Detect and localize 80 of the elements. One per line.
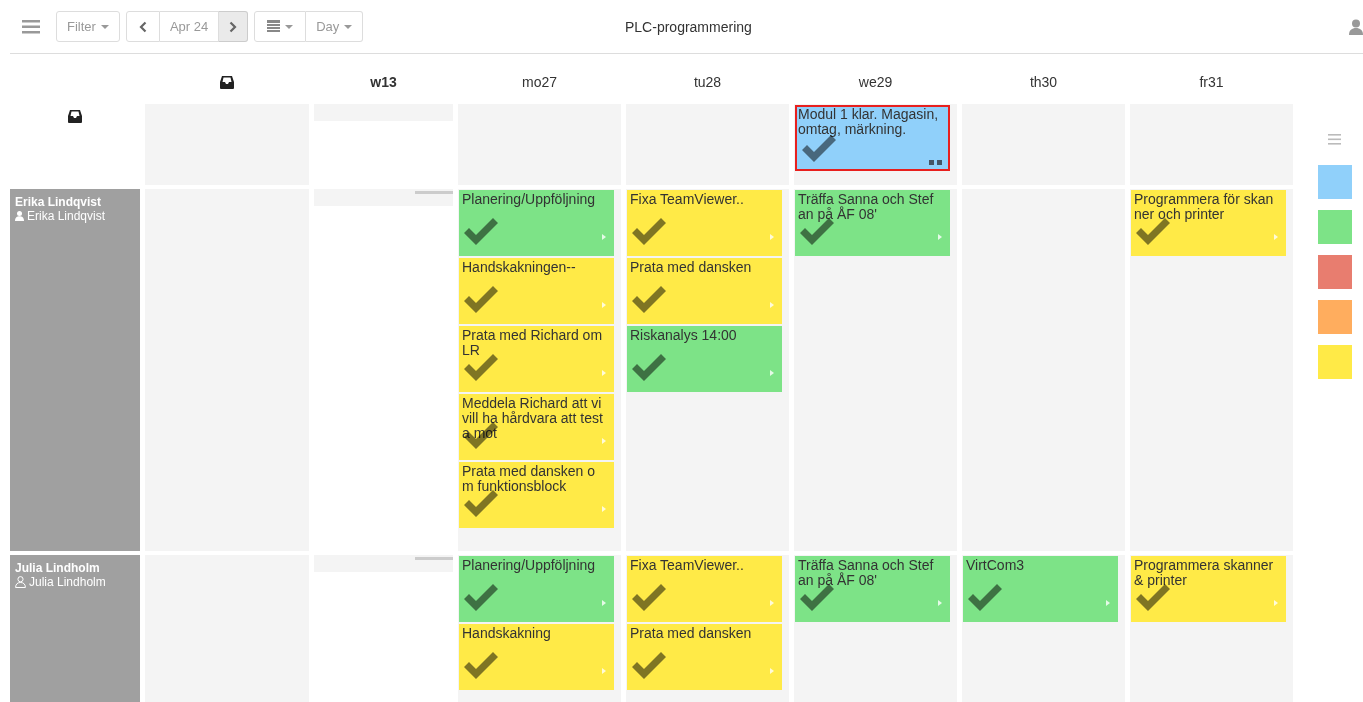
account-name: Erika Lindqvist	[27, 209, 106, 223]
checkmark-icon	[968, 584, 1002, 612]
small-arrow-icon	[770, 668, 774, 674]
small-arrow-icon	[1274, 234, 1278, 240]
checkmark-icon	[632, 218, 666, 246]
checkmark-icon	[464, 354, 498, 382]
user-icon	[15, 211, 24, 221]
task-card[interactable]: Fixa TeamViewer..	[627, 190, 782, 256]
next-button[interactable]	[219, 11, 249, 42]
checkmark-icon	[464, 490, 498, 518]
small-arrow-icon	[1106, 600, 1110, 606]
board-title: PLC-programmering	[625, 19, 752, 35]
task-card[interactable]: Handskakningen--	[459, 258, 614, 324]
day-heading: th30	[1029, 74, 1058, 90]
task-card[interactable]: Planering/Uppföljning	[459, 556, 614, 622]
small-arrow-icon	[770, 370, 774, 376]
small-arrow-icon	[602, 302, 606, 308]
checkmark-icon	[632, 354, 666, 382]
small-arrow-icon	[770, 302, 774, 308]
week-heading: w13	[370, 74, 397, 90]
task-card[interactable]: Prata med dansken	[627, 624, 782, 690]
small-arrow-icon	[938, 234, 942, 240]
account-name: Julia Lindholm	[29, 575, 106, 589]
chevron-right-icon	[229, 20, 238, 33]
small-arrow-icon	[602, 600, 606, 606]
task-card[interactable]: Träffa Sanna och Stefan på ÅF 08'	[795, 556, 950, 622]
color-swatch[interactable]	[1318, 345, 1352, 379]
user-icon	[15, 576, 26, 588]
task-card[interactable]: Riskanalys 14:00	[627, 326, 782, 392]
task-card[interactable]: Prata med Richard om LR	[459, 326, 614, 392]
list-icon[interactable]	[1328, 134, 1341, 145]
drag-handle-icon[interactable]	[929, 160, 942, 165]
person-name: Erika Lindqvist	[15, 195, 102, 209]
user-icon[interactable]	[1349, 18, 1363, 35]
task-card[interactable]: Träffa Sanna och Stefan på ÅF 08'	[795, 190, 950, 256]
task-card[interactable]: Fixa TeamViewer..	[627, 556, 782, 622]
day-heading: tu28	[693, 74, 722, 90]
small-arrow-icon	[602, 370, 606, 376]
small-arrow-icon	[938, 600, 942, 606]
checkmark-icon	[464, 584, 498, 612]
day-heading: fr31	[1199, 74, 1224, 90]
task-card[interactable]: Prata med dansken om funktionsblock	[459, 462, 614, 528]
task-card[interactable]: Planering/Uppföljning	[459, 190, 614, 256]
small-arrow-icon	[602, 234, 606, 240]
menu-icon[interactable]	[22, 19, 40, 34]
previous-button[interactable]	[125, 11, 160, 42]
checkmark-icon	[632, 584, 666, 612]
small-arrow-icon	[1274, 600, 1278, 606]
calendar-dropdown[interactable]	[254, 11, 307, 42]
task-card[interactable]: Handskakning	[459, 624, 614, 690]
small-arrow-icon	[770, 600, 774, 606]
color-swatch[interactable]	[1318, 255, 1352, 289]
checkmark-icon	[802, 135, 836, 163]
chevron-left-icon	[138, 20, 147, 33]
day-heading: we29	[858, 74, 893, 90]
task-card[interactable]: Modul 1 klar. Magasin, omtag, märkning.	[795, 105, 950, 171]
task-card[interactable]: VirtCom3	[963, 556, 1118, 622]
checkmark-icon	[1136, 218, 1170, 246]
task-card[interactable]: Prata med dansken	[627, 258, 782, 324]
task-card[interactable]: Programmera skanner & printer	[1131, 556, 1286, 622]
small-arrow-icon	[602, 668, 606, 674]
small-arrow-icon	[770, 234, 774, 240]
week-marker	[415, 191, 453, 194]
color-swatch[interactable]	[1318, 210, 1352, 244]
checkmark-icon	[632, 286, 666, 314]
checkmark-icon	[632, 652, 666, 680]
person-name: Julia Lindholm	[15, 561, 100, 575]
inbox-icon	[68, 110, 82, 123]
color-swatch[interactable]	[1318, 300, 1352, 334]
checkmark-icon	[464, 218, 498, 246]
day-heading: mo27	[522, 74, 557, 90]
inbox-icon	[220, 75, 234, 89]
color-swatch[interactable]	[1318, 165, 1352, 199]
small-arrow-icon	[602, 438, 606, 444]
calendar-list-icon	[267, 20, 281, 33]
checkmark-icon	[464, 652, 498, 680]
task-card[interactable]: Programmera för skanner och printer	[1131, 190, 1286, 256]
small-arrow-icon	[602, 506, 606, 512]
checkmark-icon	[464, 286, 498, 314]
week-marker	[415, 557, 453, 560]
